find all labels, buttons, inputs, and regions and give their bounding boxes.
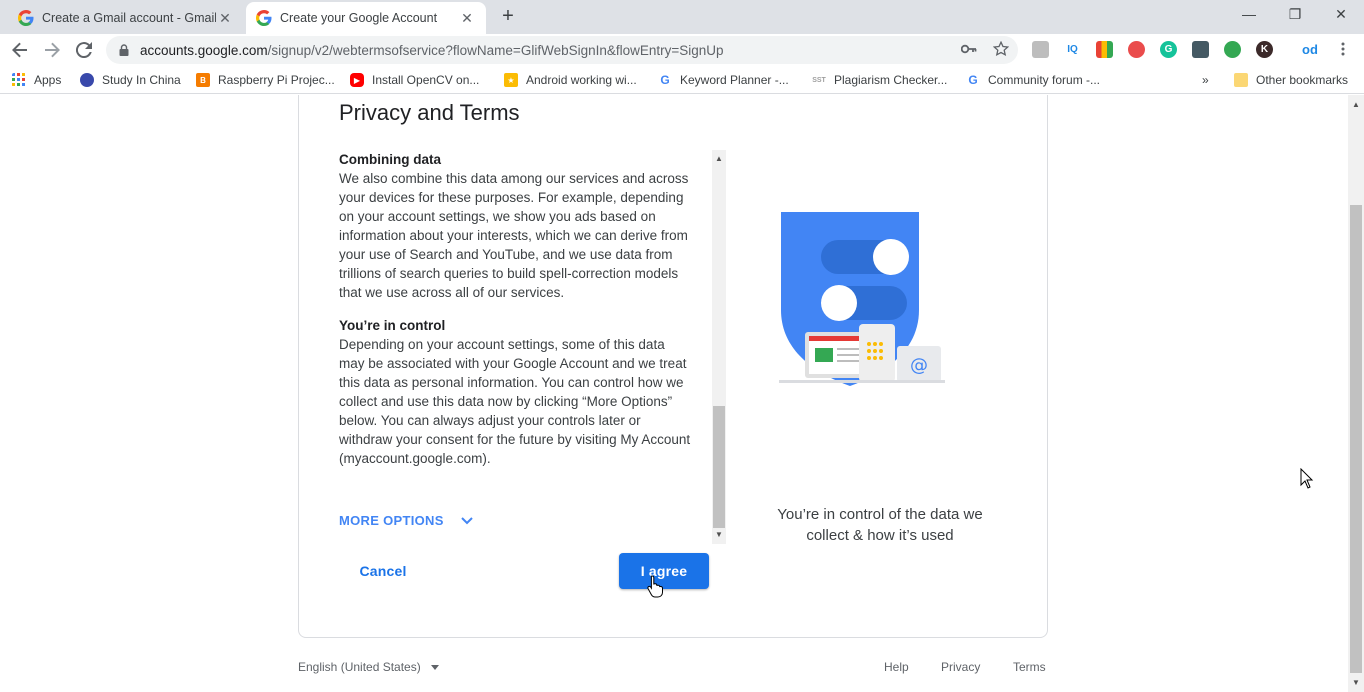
star-icon[interactable]: [992, 40, 1010, 58]
bookmark-other-bookmarks[interactable]: Other bookmarks: [1234, 71, 1348, 89]
page-footer: English (United States) Help Privacy Ter…: [298, 660, 1048, 680]
reload-button[interactable]: [72, 38, 96, 62]
youtube-icon: ▶: [350, 73, 364, 87]
bookmark-community-forum[interactable]: G Community forum -...: [966, 71, 1100, 89]
hand-cursor-icon: [647, 575, 663, 598]
bookmark-raspberry-pi[interactable]: B Raspberry Pi Projec...: [196, 71, 335, 89]
profile-avatar[interactable]: K: [1256, 41, 1273, 58]
extension-colors-icon[interactable]: [1096, 41, 1113, 58]
extension-globe-icon[interactable]: [1224, 41, 1241, 58]
extension-iq-icon[interactable]: IQ: [1064, 41, 1081, 58]
arrow-cursor-icon: [1300, 468, 1314, 489]
lock-icon: [119, 44, 129, 56]
tab-gmail-help[interactable]: Create a Gmail account - Gmail H ✕: [8, 2, 244, 34]
bookmark-apps[interactable]: Apps: [12, 71, 61, 89]
bookmark-label: Raspberry Pi Projec...: [218, 73, 335, 87]
bookmark-label: Android working wi...: [526, 73, 637, 87]
apps-grid-icon: [12, 73, 25, 86]
extension-grammarly-icon[interactable]: G: [1160, 41, 1177, 58]
forward-button[interactable]: [40, 38, 64, 62]
bookmarks-overflow-button[interactable]: »: [1202, 71, 1209, 89]
section-body: We also combine this data among our serv…: [339, 171, 689, 300]
minimize-button[interactable]: —: [1226, 0, 1272, 30]
google-g-icon: [18, 10, 34, 26]
tab-strip: Create a Gmail account - Gmail H ✕ Creat…: [0, 0, 1364, 34]
dropdown-arrow-icon: [430, 664, 439, 670]
menu-dots-icon[interactable]: [1334, 40, 1352, 58]
extension-red-circle-icon[interactable]: [1128, 41, 1145, 58]
scrollbar-thumb[interactable]: [1350, 205, 1362, 673]
bookmark-label: Plagiarism Checker...: [834, 73, 948, 87]
close-tab-icon[interactable]: ✕: [216, 10, 234, 27]
bookmark-label: Keyword Planner -...: [680, 73, 789, 87]
more-options-link[interactable]: MORE OPTIONS: [339, 513, 474, 528]
google-g-icon: [256, 10, 272, 26]
more-options-label: MORE OPTIONS: [339, 513, 444, 528]
footer-link-help[interactable]: Help: [884, 660, 909, 674]
bookmark-label: Other bookmarks: [1256, 73, 1349, 87]
terms-card: Privacy and Terms Combining data We also…: [298, 95, 1048, 638]
bookmarks-bar: Apps Study In China B Raspberry Pi Proje…: [0, 66, 1364, 94]
cancel-button[interactable]: Cancel: [343, 553, 423, 589]
address-bar[interactable]: accounts.google.com/signup/v2/webtermsof…: [106, 36, 1018, 64]
google-g-icon: G: [968, 73, 978, 87]
bookmark-plagiarism-checker[interactable]: SST Plagiarism Checker...: [812, 71, 947, 89]
tab-title: Create your Google Account: [280, 11, 438, 25]
extension-od-icon[interactable]: od: [1298, 41, 1322, 58]
bookmark-label: Install OpenCV on...: [372, 73, 480, 87]
bookmark-keyword-planner[interactable]: G Keyword Planner -...: [658, 71, 789, 89]
footer-link-terms[interactable]: Terms: [1013, 660, 1046, 674]
close-tab-icon[interactable]: ✕: [458, 10, 476, 27]
url-domain: accounts.google.com: [140, 42, 268, 58]
close-window-button[interactable]: ✕: [1318, 0, 1364, 30]
scroll-up-arrow-icon[interactable]: ▲: [1348, 97, 1364, 113]
tab-title: Create a Gmail account - Gmail H: [42, 11, 216, 25]
section-heading: You’re in control: [339, 318, 446, 333]
extension-brain-icon[interactable]: [1032, 41, 1049, 58]
bookmark-label: Community forum -...: [988, 73, 1101, 87]
bookmark-label: Apps: [34, 73, 62, 87]
arrow-left-icon: [12, 42, 27, 58]
illustration-caption: You’re in control of the data we collect…: [777, 506, 983, 544]
reload-icon: [76, 42, 92, 58]
bookmark-study-in-china[interactable]: Study In China: [80, 71, 181, 89]
privacy-shield-illustration: @: [779, 212, 945, 386]
study-china-icon: [80, 73, 94, 87]
language-label: English (United States): [298, 660, 421, 674]
key-icon[interactable]: [960, 40, 978, 58]
back-button[interactable]: [8, 38, 32, 62]
page-title: Privacy and Terms: [339, 100, 520, 125]
bookmark-android-working[interactable]: ★ Android working wi...: [504, 71, 637, 89]
page-scrollbar[interactable]: ▲ ▼: [1348, 95, 1364, 692]
bookmark-install-opencv[interactable]: ▶ Install OpenCV on...: [350, 71, 479, 89]
section-body: Depending on your account settings, some…: [339, 337, 691, 466]
browser-toolbar: accounts.google.com/signup/v2/webtermsof…: [0, 34, 1364, 66]
tab-create-account[interactable]: Create your Google Account ✕: [246, 2, 486, 34]
language-selector[interactable]: English (United States): [298, 660, 439, 674]
at-sign-icon: @: [910, 355, 928, 376]
extension-list-icon[interactable]: [1192, 41, 1209, 58]
chevron-down-icon: [461, 516, 473, 524]
footer-link-privacy[interactable]: Privacy: [941, 660, 980, 674]
blogger-icon: B: [196, 73, 210, 87]
page-viewport: Privacy and Terms Combining data We also…: [0, 95, 1348, 692]
android-bookmark-icon: ★: [504, 73, 518, 87]
google-g-icon: G: [660, 73, 670, 87]
agree-button[interactable]: I agree: [619, 553, 709, 589]
restore-button[interactable]: ❐: [1272, 0, 1318, 30]
sst-icon: SST: [812, 76, 826, 84]
new-tab-button[interactable]: +: [496, 5, 520, 29]
bookmark-label: Study In China: [102, 73, 181, 87]
arrow-right-icon: [45, 42, 60, 58]
scroll-down-arrow-icon[interactable]: ▼: [712, 528, 726, 542]
section-heading: Combining data: [339, 152, 441, 167]
scroll-down-arrow-icon[interactable]: ▼: [1348, 675, 1364, 691]
folder-icon: [1234, 73, 1248, 87]
scrollbar-thumb[interactable]: [713, 406, 725, 528]
terms-scroll-area[interactable]: Combining data We also combine this data…: [339, 150, 691, 526]
scroll-up-arrow-icon[interactable]: ▲: [712, 152, 726, 166]
url-path: /signup/v2/webtermsofservice?flowName=Gl…: [267, 42, 724, 58]
terms-scrollbar[interactable]: ▲ ▼: [712, 150, 726, 544]
